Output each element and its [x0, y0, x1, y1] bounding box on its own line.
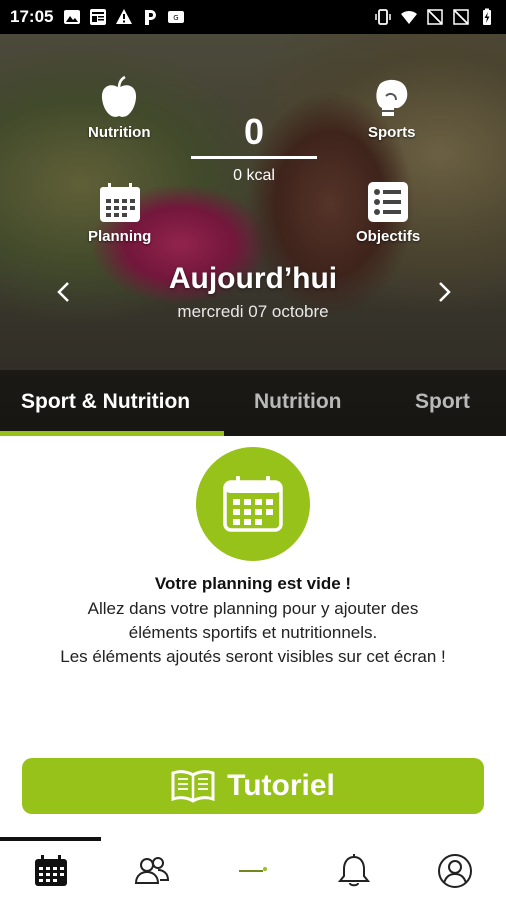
- status-time: 17:05: [10, 7, 54, 26]
- nav-home-logo[interactable]: [202, 841, 303, 900]
- nav-notifications[interactable]: [304, 841, 405, 900]
- nav-profile[interactable]: [405, 841, 506, 900]
- warning-icon: [116, 9, 133, 24]
- screen: 17:05 G Nutrition Sports 0 0 kcal Planni…: [0, 0, 506, 900]
- bell-icon: [338, 853, 371, 886]
- active-tab-indicator: [0, 431, 224, 436]
- wifi-icon: [401, 10, 417, 24]
- battery-charging-icon: [483, 8, 491, 25]
- calendar-icon: [223, 476, 283, 532]
- date-subtitle: mercredi 07 octobre: [177, 302, 329, 321]
- brand-logo: [238, 866, 267, 872]
- tab-sport-nutrition[interactable]: Sport & Nutrition: [21, 390, 190, 414]
- status-bar: 17:05 G: [0, 0, 506, 34]
- nav-planning[interactable]: [0, 841, 101, 900]
- community-icon: [134, 856, 169, 884]
- checklist-icon: [368, 182, 409, 222]
- calendar-icon: [99, 183, 140, 222]
- open-book-icon: [171, 770, 215, 803]
- status-left-icons: G: [63, 8, 185, 26]
- empty-planning-icon: [196, 447, 310, 561]
- vibrate-icon: [375, 9, 391, 25]
- nav-community[interactable]: [101, 841, 202, 900]
- photo-icon: [64, 10, 81, 24]
- content-tabs: Sport & Nutrition Nutrition Sport: [0, 370, 506, 436]
- sports-shortcut[interactable]: Sports: [368, 78, 416, 141]
- planning-label: Planning: [88, 228, 152, 245]
- svg-text:G: G: [174, 14, 179, 22]
- tab-sport[interactable]: Sport: [415, 390, 470, 414]
- nutrition-label: Nutrition: [88, 124, 151, 141]
- apple-icon: [102, 76, 137, 117]
- date-navigator: Aujourd’hui mercredi 07 octobre: [0, 262, 506, 322]
- tutorial-button-label: Tutoriel: [227, 769, 335, 802]
- sports-label: Sports: [368, 124, 416, 141]
- empty-state-line-2: éléments sportifs et nutritionnels.: [128, 623, 378, 642]
- tab-nutrition[interactable]: Nutrition: [254, 390, 341, 414]
- boxing-glove-icon: [376, 79, 408, 116]
- date-title: Aujourd’hui: [168, 262, 338, 295]
- empty-state-title: Votre planning est vide !: [154, 574, 352, 593]
- empty-state-line-1: Allez dans votre planning pour y ajouter…: [87, 599, 419, 618]
- signal-off-icon: [453, 9, 469, 25]
- tutorial-button[interactable]: Tutoriel: [22, 758, 484, 814]
- calendar-icon: [34, 854, 67, 886]
- objectives-label: Objectifs: [356, 228, 421, 245]
- calorie-counter: 0 0 kcal: [190, 112, 318, 185]
- previous-day-arrow-icon[interactable]: [54, 280, 74, 304]
- calorie-unit: 0 kcal: [233, 167, 275, 184]
- news-icon: [90, 9, 107, 25]
- profile-icon: [438, 853, 473, 888]
- calorie-divider: [191, 156, 317, 159]
- message-icon: G: [168, 11, 185, 23]
- planning-shortcut[interactable]: Planning: [88, 182, 151, 245]
- calorie-value: 0: [243, 111, 265, 152]
- status-right-icons: [374, 8, 496, 26]
- empty-state-line-3: Les éléments ajoutés seront visibles sur…: [60, 647, 446, 666]
- nutrition-shortcut[interactable]: Nutrition: [88, 76, 150, 141]
- next-day-arrow-icon[interactable]: [434, 280, 454, 304]
- parking-icon: [145, 10, 157, 25]
- objectives-shortcut[interactable]: Objectifs: [356, 180, 420, 245]
- signal-off-icon: [427, 9, 443, 25]
- bottom-navigation: [0, 841, 506, 900]
